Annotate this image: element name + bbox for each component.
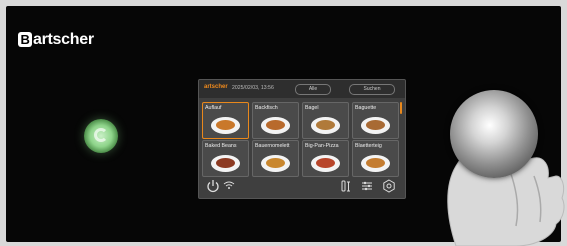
display-top-bar: artscher 2025/02/03, 13:56 Alle Suchen xyxy=(199,80,405,98)
program-label: Auflauf xyxy=(205,105,222,111)
program-tile[interactable]: Blaetterteig xyxy=(352,140,399,177)
program-tile[interactable]: Baked Beans xyxy=(202,140,249,177)
program-label: Bagel xyxy=(305,105,319,111)
brand-logo: Bartscher xyxy=(18,31,94,49)
program-tile[interactable]: Auflauf xyxy=(202,102,249,139)
display-logo: artscher xyxy=(204,84,228,90)
cleaning-icon[interactable] xyxy=(339,179,353,193)
program-label: Bauernomelett xyxy=(255,143,290,149)
program-tile[interactable]: Big-Pan-Pizza xyxy=(302,140,349,177)
program-label: Baguette xyxy=(355,105,377,111)
display-bottom-bar xyxy=(199,176,405,198)
search-button[interactable]: Suchen xyxy=(349,84,395,95)
power-icon[interactable] xyxy=(206,179,220,193)
program-tile[interactable]: Bagel xyxy=(302,102,349,139)
control-knob[interactable] xyxy=(450,90,538,178)
program-label: Backfisch xyxy=(255,105,278,111)
program-tile[interactable]: Baguette xyxy=(352,102,399,139)
touch-display: artscher 2025/02/03, 13:56 Alle Suchen A… xyxy=(198,79,406,199)
program-label: Big-Pan-Pizza xyxy=(305,143,339,149)
scrollbar[interactable] xyxy=(400,102,402,114)
program-label: Baked Beans xyxy=(205,143,237,149)
swirl-icon xyxy=(94,128,108,142)
oven-control-panel: Bartscher artscher 2025/02/03, 13:56 All… xyxy=(6,6,565,246)
gear-icon[interactable] xyxy=(382,179,396,193)
program-tile[interactable]: Bauernomelett xyxy=(252,140,299,177)
wifi-icon xyxy=(223,181,235,189)
program-tile[interactable]: Backfisch xyxy=(252,102,299,139)
program-label: Blaetterteig xyxy=(355,143,382,149)
datetime-text: 2025/02/03, 13:56 xyxy=(232,85,274,91)
filter-all-button[interactable]: Alle xyxy=(295,84,331,95)
status-led-button[interactable] xyxy=(84,119,118,153)
list-settings-icon[interactable] xyxy=(360,179,374,193)
